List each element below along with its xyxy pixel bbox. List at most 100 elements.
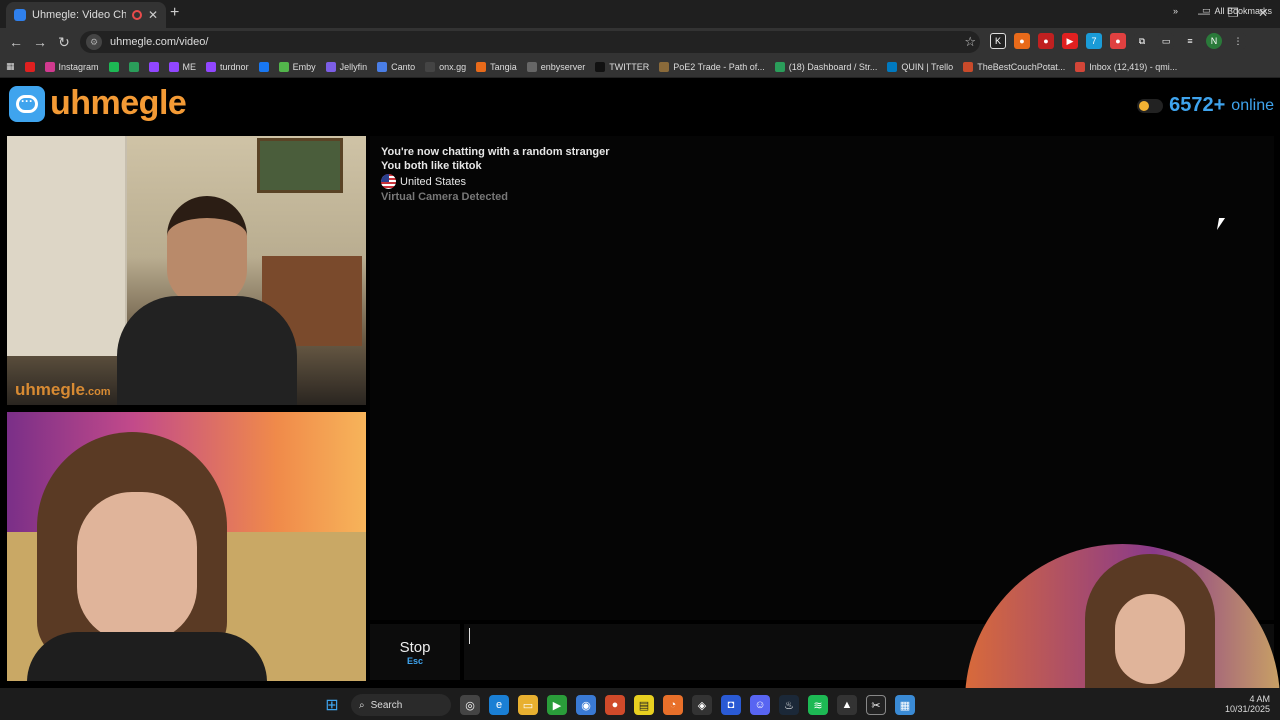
bookmark-favicon-icon	[24, 61, 35, 72]
task-view-icon[interactable]: ◎	[460, 695, 480, 715]
theme-toggle[interactable]	[1137, 98, 1164, 113]
bookmark-item[interactable]: (18) Dashboard / Str...	[774, 61, 877, 72]
file-explorer-icon[interactable]: ▭	[518, 695, 538, 715]
bookmark-item[interactable]: QUIN | Trello	[887, 61, 953, 72]
bookmarks-bar: ▦ Instagram ME turdnor Emby Jellyfin Canto onx…	[0, 56, 1280, 78]
stranger-person	[117, 196, 297, 405]
seven-tv-extension-icon[interactable]: 7	[1086, 33, 1102, 49]
app-icon[interactable]: ◈	[692, 695, 712, 715]
capcut-icon[interactable]: ✂	[866, 695, 886, 715]
bookmark-label: turdnor	[220, 61, 249, 72]
tab-close-icon[interactable]: ✕	[148, 8, 158, 22]
bookmark-item[interactable]: Emby	[278, 61, 316, 72]
youtube-extension-icon[interactable]: ▶	[1062, 33, 1078, 49]
bookmark-favicon-icon	[108, 61, 119, 72]
bookmark-label: ME	[182, 61, 197, 72]
bookmark-item[interactable]: enbyserver	[526, 61, 586, 72]
online-count: 6572+	[1169, 94, 1226, 116]
browser-nav-bar: ← → ↻ ⚙ uhmegle.com/video/ ☆ K ● ● ▶ 7 ●…	[0, 28, 1280, 56]
all-bookmarks-label: All Bookmarks	[1214, 5, 1272, 16]
bookmark-item[interactable]: Inbox (12,419) - qmi...	[1075, 61, 1177, 72]
all-bookmarks[interactable]: » ▭ All Bookmarks	[1173, 5, 1272, 16]
cast-icon[interactable]: ▭	[1158, 33, 1174, 49]
browser-tab[interactable]: Uhmegle: Video Chat | Ran ✕	[6, 2, 166, 28]
app-icon[interactable]: ▲	[837, 695, 857, 715]
bookmark-item[interactable]: Canto	[377, 61, 416, 72]
bookmark-favicon-icon	[128, 61, 139, 72]
windows-start-icon[interactable]: ⊞	[322, 695, 342, 715]
us-flag-icon	[381, 174, 396, 189]
bookmark-item[interactable]: Instagram	[44, 61, 99, 72]
bookmark-item[interactable]	[258, 61, 269, 72]
edge-icon[interactable]: e	[489, 695, 509, 715]
bookmark-item[interactable]: onx.gg	[425, 61, 466, 72]
menu-kebab-icon[interactable]: ⋮	[1230, 33, 1246, 49]
back-arrow-icon[interactable]: ←	[4, 34, 28, 50]
bookmark-item[interactable]: Jellyfin	[325, 61, 368, 72]
video-background	[257, 138, 343, 193]
bookmark-item[interactable]	[128, 61, 139, 72]
bookmark-favicon-icon	[425, 61, 436, 72]
firefox-icon[interactable]: ◔	[663, 695, 683, 715]
bookmark-item[interactable]: turdnor	[206, 61, 249, 72]
sticky-notes-icon[interactable]: ▤	[634, 695, 654, 715]
extensions-row: K ● ● ▶ 7 ● ⧉ ▭ ≡ N ⋮	[990, 33, 1246, 49]
bookmark-favicon-icon	[278, 61, 289, 72]
stop-button[interactable]: Stop Esc	[370, 624, 460, 680]
bookmark-label: Instagram	[58, 61, 99, 72]
k-extension-icon[interactable]: K	[990, 33, 1006, 49]
new-tab-button[interactable]: +	[170, 4, 179, 22]
bookmark-item[interactable]	[108, 61, 119, 72]
url-text: uhmegle.com/video/	[110, 36, 209, 48]
notepad-icon[interactable]: ▦	[895, 695, 915, 715]
online-label: online	[1231, 96, 1274, 114]
site-logo[interactable]: uhmegle	[50, 84, 187, 123]
sun-icon	[1139, 100, 1150, 111]
bookmark-label: PoE2 Trade - Path of...	[673, 61, 765, 72]
bookmark-item[interactable]: TWITTER	[595, 61, 649, 72]
puzzle-extensions-icon[interactable]: ⧉	[1134, 33, 1150, 49]
reload-icon[interactable]: ↻	[52, 34, 76, 51]
taskbar-search[interactable]: ⌕ Search	[351, 694, 451, 716]
bookmark-label: Canto	[391, 61, 416, 72]
orange-extension-icon[interactable]: ●	[1014, 33, 1030, 49]
steam-icon[interactable]: ♨	[779, 695, 799, 715]
tomato-extension-icon[interactable]: ●	[1110, 33, 1126, 49]
bookmark-item[interactable]: Tangia	[476, 61, 517, 72]
bookmark-favicon-icon	[774, 61, 785, 72]
self-person	[27, 432, 267, 681]
spotify-icon[interactable]: ≋	[808, 695, 828, 715]
site-info-icon[interactable]: ⚙	[86, 34, 102, 50]
video-background	[7, 136, 127, 356]
bookmark-item[interactable]: PoE2 Trade - Path of...	[659, 61, 765, 72]
chrome-icon[interactable]: ◉	[576, 695, 596, 715]
profile-avatar-icon[interactable]: N	[1206, 33, 1222, 49]
system-clock[interactable]: 4 AM 10/31/2025	[1225, 694, 1270, 714]
bookmark-label: enbyserver	[540, 61, 586, 72]
more-bookmarks-chevron-icon[interactable]: »	[1173, 6, 1178, 16]
play-icon[interactable]: ▶	[547, 695, 567, 715]
bookmark-item[interactable]	[24, 61, 35, 72]
bookmark-label: Jellyfin	[339, 61, 368, 72]
forward-arrow-icon[interactable]: →	[28, 34, 52, 50]
stranger-country: United States	[381, 174, 466, 189]
address-bar[interactable]: ⚙ uhmegle.com/video/ ☆	[80, 31, 980, 53]
bookmark-favicon-icon	[44, 61, 55, 72]
windows-taskbar: ⊞ ⌕ Search ◎ e ▭ ▶ ◉ ● ▤ ◔ ◈ ◘ ☺ ♨ ≋ ▲ ✂…	[0, 688, 1280, 720]
bookmark-item[interactable]: ME	[168, 61, 197, 72]
bookmark-item[interactable]	[148, 61, 159, 72]
discord-icon[interactable]: ☺	[750, 695, 770, 715]
bookmark-item[interactable]: TheBestCouchPotat...	[963, 61, 1065, 72]
red-extension-icon[interactable]: ●	[1038, 33, 1054, 49]
bookmark-favicon-icon	[659, 61, 670, 72]
video-watermark: uhmegle.com	[15, 380, 111, 399]
game-icon[interactable]: ●	[605, 695, 625, 715]
reading-list-icon[interactable]: ≡	[1182, 33, 1198, 49]
online-counter: 6572+ online	[1137, 94, 1274, 117]
bookmark-star-icon[interactable]: ☆	[964, 34, 976, 50]
app-icon[interactable]: ◘	[721, 695, 741, 715]
bookmark-favicon-icon	[258, 61, 269, 72]
self-video	[7, 412, 366, 681]
apps-grid-icon[interactable]: ▦	[6, 61, 15, 72]
chat-bubble-logo-icon[interactable]	[9, 86, 45, 122]
